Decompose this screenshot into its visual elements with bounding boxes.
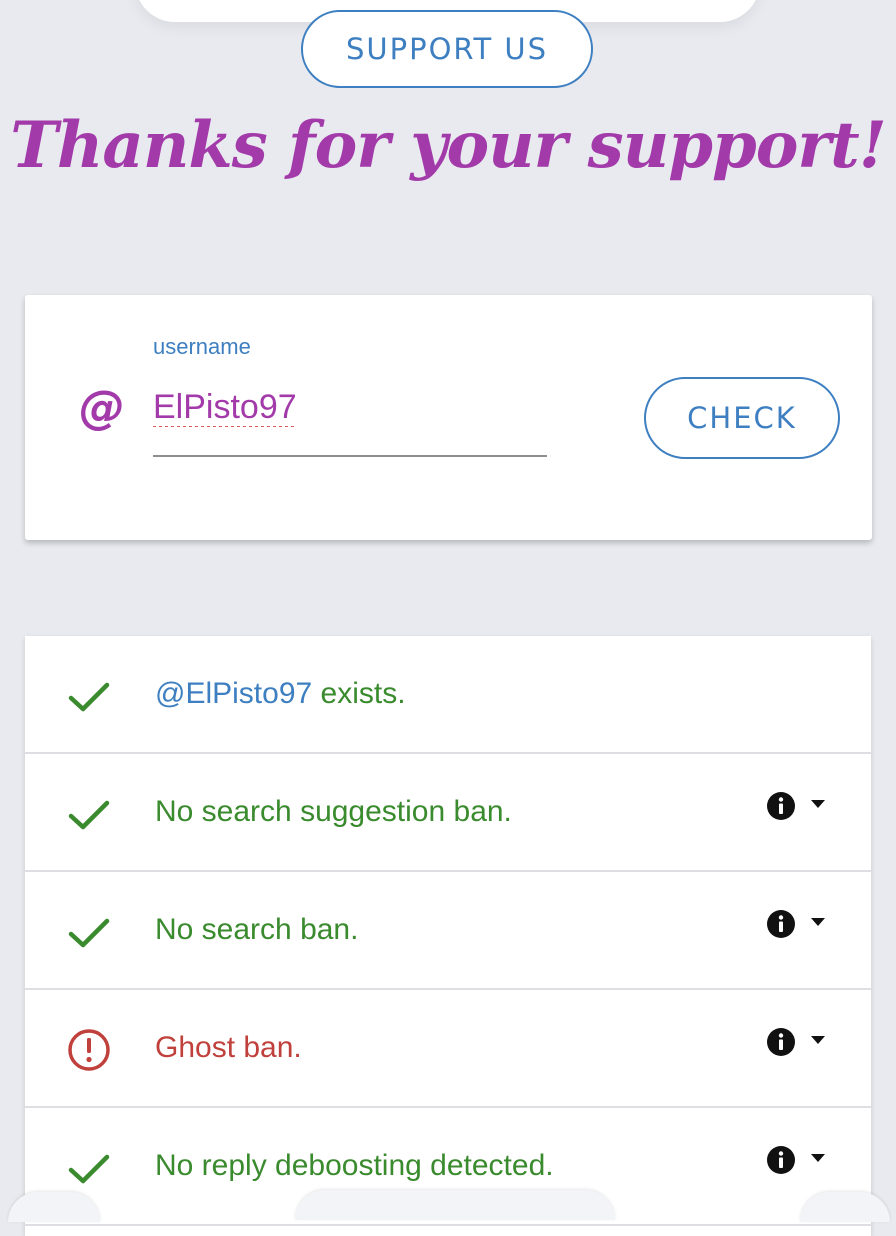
result-text-search-suggestion-ban: No search suggestion ban. — [155, 795, 512, 828]
thanks-heading: Thanks for your support! — [10, 108, 887, 183]
dropdown-arrow-icon[interactable] — [810, 1152, 826, 1164]
dropdown-arrow-icon[interactable] — [810, 916, 826, 928]
username-mention: @ElPisto97 — [155, 677, 313, 710]
support-us-button[interactable]: SUPPORT US — [301, 10, 593, 88]
result-text-exists: @ElPisto97 exists. — [155, 674, 406, 714]
username-field-underline — [153, 455, 547, 457]
info-icon[interactable] — [766, 909, 796, 939]
info-icon[interactable] — [766, 1145, 796, 1175]
dropdown-arrow-icon[interactable] — [810, 1034, 826, 1046]
result-text-reply-deboosting: No reply deboosting detected. — [155, 1149, 554, 1182]
info-icon[interactable] — [766, 791, 796, 821]
username-input[interactable] — [153, 383, 547, 431]
result-row-search-suggestion-ban[interactable]: No search suggestion ban. — [25, 754, 871, 872]
result-row-exists: @ElPisto97 exists. — [25, 636, 871, 754]
check-icon — [68, 800, 110, 830]
info-icon[interactable] — [766, 1027, 796, 1057]
result-text-ghost-ban: Ghost ban. — [155, 1031, 302, 1064]
bottom-nav-button-center[interactable] — [295, 1190, 615, 1220]
result-row-search-ban[interactable]: No search ban. — [25, 872, 871, 990]
check-icon — [68, 1154, 110, 1184]
exists-text: exists. — [312, 677, 406, 710]
check-icon — [68, 682, 110, 712]
result-row-ghost-ban[interactable]: Ghost ban. — [25, 990, 871, 1108]
result-text-search-ban: No search ban. — [155, 913, 359, 946]
check-icon — [68, 918, 110, 948]
dropdown-arrow-icon[interactable] — [810, 798, 826, 810]
at-sign-icon: @ — [79, 380, 125, 434]
username-field-label: username — [153, 334, 251, 359]
bottom-nav-button-right[interactable] — [800, 1192, 890, 1222]
check-button[interactable]: CHECK — [644, 377, 840, 459]
results-list: @ElPisto97 exists. No search suggestion … — [25, 636, 871, 1236]
bottom-nav-button-left[interactable] — [8, 1192, 100, 1222]
alert-circle-icon — [68, 1029, 110, 1071]
username-search-card: @ username CHECK — [25, 295, 872, 540]
